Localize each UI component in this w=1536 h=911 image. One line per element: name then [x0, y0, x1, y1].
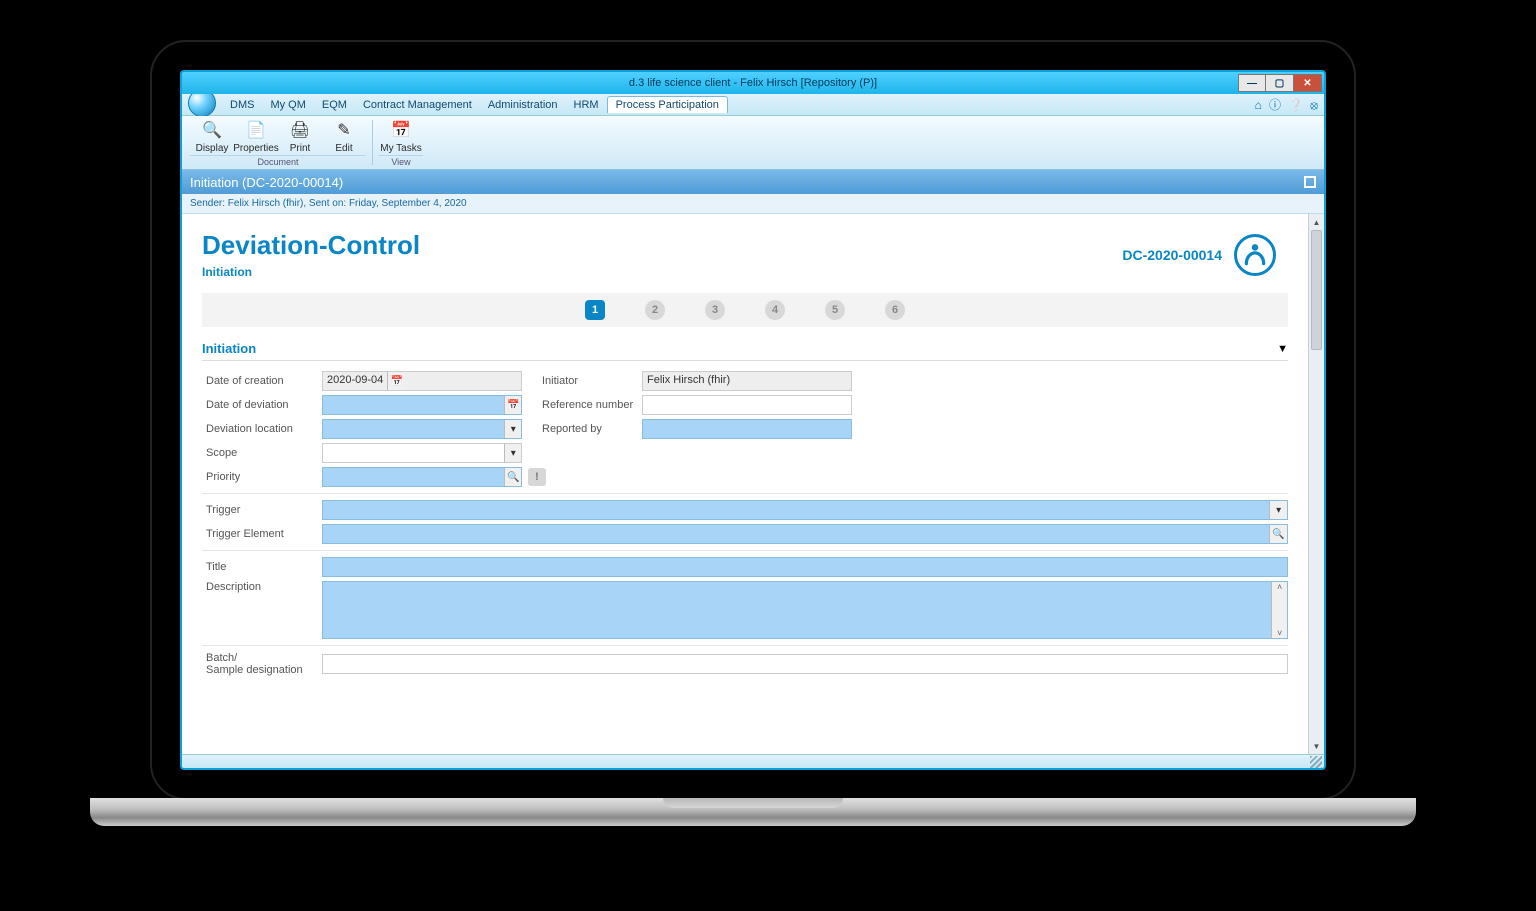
menu-bar: DMS My QM EQM Contract Management Admini…	[182, 94, 1324, 116]
ribbon-group-view: 📅 My Tasks View	[375, 118, 427, 167]
laptop-base	[90, 798, 1416, 826]
step-4[interactable]: 4	[765, 300, 785, 320]
initiator-field: Felix Hirsch (fhir)	[642, 371, 852, 391]
ribbon-group-label: View	[379, 155, 423, 167]
sender-info: Sender: Felix Hirsch (fhir), Sent on: Fr…	[182, 194, 1324, 214]
calendar-picker-icon[interactable]: 📅	[504, 396, 521, 414]
label-date-of-creation: Date of creation	[202, 375, 322, 387]
deviation-location-select[interactable]: ▾	[322, 419, 522, 439]
label-date-of-deviation: Date of deviation	[202, 399, 322, 411]
batch-input[interactable]	[322, 654, 1288, 674]
window-title: d.3 life science client - Felix Hirsch […	[629, 77, 877, 89]
section-header[interactable]: Initiation ▼	[202, 337, 1288, 361]
ribbon: 🔍 Display 📄 Properties 🖨 Print ✎ Edit	[182, 116, 1324, 170]
label-trigger-element: Trigger Element	[202, 528, 322, 540]
ribbon-mytasks-button[interactable]: 📅 My Tasks	[379, 118, 423, 154]
page-title: Deviation-Control	[202, 230, 420, 261]
ribbon-group-document: 🔍 Display 📄 Properties 🖨 Print ✎ Edit	[186, 118, 370, 167]
window-maximize-button[interactable]: ▢	[1266, 74, 1294, 92]
edit-icon: ✎	[332, 118, 356, 142]
date-of-deviation-input[interactable]: 📅	[322, 395, 522, 415]
document-title: Initiation (DC-2020-00014)	[190, 175, 343, 190]
calendar-icon: 📅	[389, 118, 413, 142]
step-6[interactable]: 6	[885, 300, 905, 320]
titlebar-right-icons: ⌂ ⓘ ❔ ⦻	[1251, 96, 1318, 113]
status-bar	[182, 754, 1324, 768]
date-of-creation-field: 2020-09-04 📅	[322, 371, 522, 391]
ribbon-group-label: Document	[190, 155, 366, 167]
app-window: d.3 life science client - Felix Hirsch […	[180, 70, 1326, 770]
ribbon-print-button[interactable]: 🖨 Print	[278, 118, 322, 154]
label-title: Title	[202, 561, 322, 573]
menu-tab-admin[interactable]: Administration	[480, 97, 566, 113]
ribbon-display-button[interactable]: 🔍 Display	[190, 118, 234, 154]
exit-icon[interactable]: ⦻	[1310, 98, 1318, 112]
chevron-down-icon[interactable]: ▾	[1269, 501, 1287, 519]
menu-tab-myqm[interactable]: My QM	[262, 97, 313, 113]
chevron-down-icon[interactable]: ▾	[504, 420, 521, 438]
title-input[interactable]	[322, 557, 1288, 577]
home-icon[interactable]: ⌂	[1255, 98, 1262, 112]
brand-logo-icon	[1234, 234, 1276, 276]
step-2[interactable]: 2	[645, 300, 665, 320]
reported-by-input[interactable]	[642, 419, 852, 439]
label-priority: Priority	[202, 471, 322, 483]
ribbon-properties-button[interactable]: 📄 Properties	[234, 118, 278, 154]
menu-tab-dms[interactable]: DMS	[222, 97, 262, 113]
section-title: Initiation	[202, 341, 256, 356]
trigger-element-lookup[interactable]: 🔍	[322, 524, 1288, 544]
step-3[interactable]: 3	[705, 300, 725, 320]
scope-select[interactable]: ▾	[322, 443, 522, 463]
printer-icon: 🖨	[288, 118, 312, 142]
priority-lookup[interactable]: 🔍	[322, 467, 522, 487]
page-subtitle: Initiation	[202, 265, 420, 279]
help-icon[interactable]: ❔	[1288, 98, 1303, 112]
step-1[interactable]: 1	[585, 300, 605, 320]
collapse-icon[interactable]: ▼	[1277, 343, 1288, 355]
menu-tab-eqm[interactable]: EQM	[314, 97, 355, 113]
reference-number-input[interactable]	[642, 395, 852, 415]
priority-info-icon[interactable]: !	[528, 468, 546, 486]
search-icon[interactable]: 🔍	[1269, 525, 1287, 543]
window-close-button[interactable]: ✕	[1294, 74, 1322, 92]
ribbon-edit-button[interactable]: ✎ Edit	[322, 118, 366, 154]
resize-grip-icon[interactable]	[1310, 756, 1322, 768]
menu-tab-hrm[interactable]: HRM	[566, 97, 607, 113]
step-5[interactable]: 5	[825, 300, 845, 320]
label-deviation-location: Deviation location	[202, 423, 322, 435]
label-reported-by: Reported by	[522, 423, 642, 435]
scrollbar-thumb[interactable]	[1311, 230, 1322, 350]
content-scrollbar[interactable]: ▲ ▼	[1308, 214, 1324, 754]
textarea-scrollbar[interactable]: ˄ ˅	[1271, 582, 1287, 638]
step-navigator: 1 2 3 4 5 6	[202, 293, 1288, 327]
titlebar: d.3 life science client - Felix Hirsch […	[182, 72, 1324, 94]
sender-text: Sender: Felix Hirsch (fhir), Sent on: Fr…	[190, 198, 467, 209]
window-minimize-button[interactable]: —	[1238, 74, 1266, 92]
scroll-up-icon[interactable]: ▲	[1309, 214, 1324, 230]
document-icon: 📄	[244, 118, 268, 142]
scroll-up-icon[interactable]: ˄	[1277, 582, 1282, 592]
scroll-down-icon[interactable]: ▼	[1309, 738, 1324, 754]
label-scope: Scope	[202, 447, 322, 459]
maximize-pane-icon[interactable]	[1304, 176, 1316, 188]
scroll-down-icon[interactable]: ˅	[1277, 628, 1282, 638]
menu-tab-process-participation[interactable]: Process Participation	[607, 96, 728, 113]
description-textarea[interactable]: ˄ ˅	[322, 581, 1288, 639]
label-trigger: Trigger	[202, 504, 322, 516]
calendar-icon: 📅	[387, 372, 405, 390]
label-batch: Batch/ Sample designation	[202, 652, 322, 676]
trigger-select[interactable]: ▾	[322, 500, 1288, 520]
form-area: Deviation-Control Initiation DC-2020-000…	[182, 214, 1308, 754]
search-icon[interactable]: 🔍	[504, 468, 521, 486]
magnifier-icon: 🔍	[200, 118, 224, 142]
label-initiator: Initiator	[522, 375, 642, 387]
info-icon[interactable]: ⓘ	[1269, 98, 1281, 112]
doc-number: DC-2020-00014	[1122, 247, 1222, 263]
label-description: Description	[202, 581, 322, 593]
label-reference-number: Reference number	[522, 399, 642, 411]
chevron-down-icon[interactable]: ▾	[504, 444, 521, 462]
document-title-bar: Initiation (DC-2020-00014)	[182, 170, 1324, 194]
menu-tab-contract[interactable]: Contract Management	[355, 97, 480, 113]
